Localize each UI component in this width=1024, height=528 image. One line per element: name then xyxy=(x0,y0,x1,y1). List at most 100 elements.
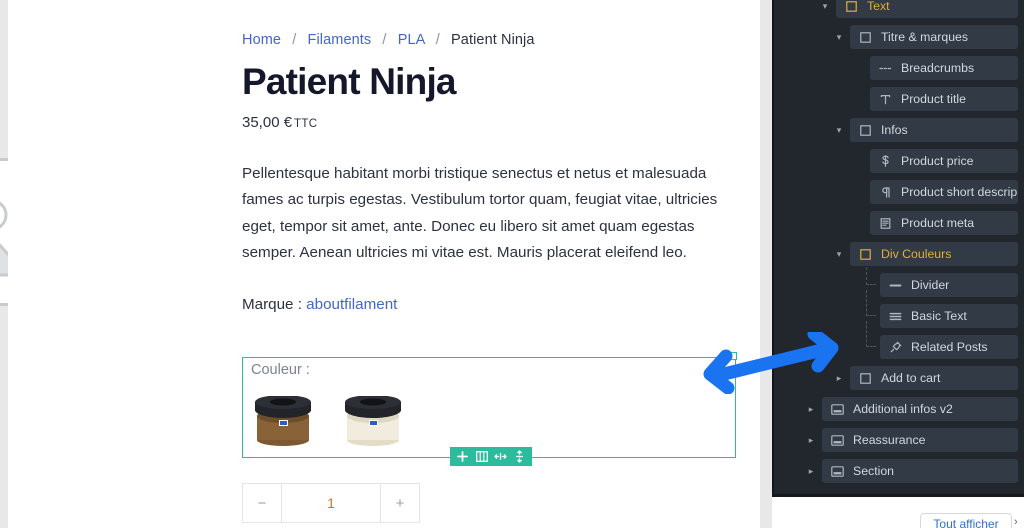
layer-row[interactable]: Divider xyxy=(774,267,1024,297)
breadcrumb-separator: / xyxy=(382,32,387,48)
layer-item-label: Reassurance xyxy=(853,433,926,447)
layer-item-label: Div Couleurs xyxy=(881,247,952,261)
layer-row[interactable]: Product title xyxy=(774,87,1024,111)
filament-spool-wood-icon[interactable] xyxy=(249,395,317,450)
layer-row[interactable]: ▸ Section xyxy=(774,459,1024,483)
layer-row[interactable]: ▾ Text xyxy=(774,0,1024,18)
layer-item-product-title[interactable]: Product title xyxy=(870,87,1018,111)
layer-item-add-to-cart[interactable]: Add to cart xyxy=(850,366,1018,390)
chevron-right-icon[interactable]: ▸ xyxy=(804,459,818,483)
layer-item-label: Breadcrumbs xyxy=(901,61,975,75)
breadcrumb-item-current: Patient Ninja xyxy=(451,32,535,48)
layer-item-breadcrumbs[interactable]: Breadcrumbs xyxy=(870,56,1018,80)
section-icon xyxy=(831,465,844,478)
layer-row[interactable]: ▾ Div Couleurs xyxy=(774,242,1024,266)
chevron-right-icon[interactable]: ▸ xyxy=(804,397,818,421)
breadcrumb-item-filaments[interactable]: Filaments xyxy=(308,32,372,48)
layer-item-label: Additional infos v2 xyxy=(853,402,953,416)
layer-item-related-posts[interactable]: Related Posts xyxy=(880,335,1018,359)
box-icon xyxy=(859,31,872,44)
layer-item-label: Divider xyxy=(911,278,950,292)
layer-item-section[interactable]: Section xyxy=(822,459,1018,483)
selected-element-div-couleurs[interactable]: Couleur : xyxy=(242,357,736,458)
layer-item-text[interactable]: Text xyxy=(836,0,1018,18)
text-t-icon xyxy=(879,93,892,106)
section-icon xyxy=(831,403,844,416)
chevron-right-icon[interactable]: ▸ xyxy=(832,366,846,390)
layer-item-product-short-descrip[interactable]: Product short descrip xyxy=(870,180,1018,204)
tree-guide-line xyxy=(866,321,876,347)
chevron-down-icon[interactable]: ▾ xyxy=(832,242,846,266)
layer-item-div-couleurs[interactable]: Div Couleurs xyxy=(850,242,1018,266)
chevron-down-icon[interactable]: ▾ xyxy=(832,25,846,49)
layer-row[interactable]: Product price xyxy=(774,149,1024,173)
section-icon xyxy=(831,434,844,447)
layer-row[interactable]: ▾ Titre & marques xyxy=(774,25,1024,49)
selection-resize-handle-right[interactable] xyxy=(729,352,737,360)
quantity-value[interactable]: 1 xyxy=(281,484,381,522)
element-toolbar[interactable] xyxy=(450,447,532,466)
box-icon xyxy=(859,248,872,261)
show-all-button[interactable]: Tout afficher xyxy=(920,513,1012,528)
page-title: Patient Ninja xyxy=(242,61,457,102)
layer-item-titre-marques[interactable]: Titre & marques xyxy=(850,25,1018,49)
layer-row[interactable]: ▾ Infos xyxy=(774,118,1024,142)
quantity-decrement-button[interactable]: − xyxy=(243,484,281,522)
box-icon xyxy=(859,124,872,137)
layer-item-label: Add to cart xyxy=(881,371,941,385)
layer-row[interactable]: ▸ Additional infos v2 xyxy=(774,397,1024,421)
layer-row[interactable]: Related Posts xyxy=(774,321,1024,359)
quantity-increment-button[interactable]: + xyxy=(381,484,419,522)
layer-tree[interactable]: ▾ Text ▾ Titre & marques Breadcrumbs Product … xyxy=(774,0,1024,490)
layer-item-product-meta[interactable]: Product meta xyxy=(870,211,1018,235)
layer-item-basic-text[interactable]: Basic Text xyxy=(880,304,1018,328)
layer-row[interactable]: Basic Text xyxy=(774,290,1024,328)
chevron-right-icon[interactable]: › xyxy=(1014,516,1018,528)
product-price-tax-note: TTC xyxy=(294,117,318,130)
layer-item-product-price[interactable]: Product price xyxy=(870,149,1018,173)
preview-canvas[interactable]: Home / Filaments / PLA / Patient Ninja P… xyxy=(8,0,760,528)
brand-link[interactable]: aboutfilament xyxy=(306,296,397,313)
layer-row[interactable]: ▸ Add to cart xyxy=(774,366,1024,390)
layer-item-divider[interactable]: Divider xyxy=(880,273,1018,297)
breadcrumb-item-home[interactable]: Home xyxy=(242,32,281,48)
chevron-right-icon[interactable]: ▸ xyxy=(804,428,818,452)
product-price-value: 35,00 € xyxy=(242,113,293,131)
layers-panel[interactable]: ▾ Text ▾ Titre & marques Breadcrumbs Product … xyxy=(772,0,1024,497)
brand-label: Marque : xyxy=(242,296,302,314)
plus-icon[interactable] xyxy=(454,448,471,465)
layer-item-label: Section xyxy=(853,464,895,478)
pin-icon xyxy=(889,341,902,354)
layer-item-reassurance[interactable]: Reassurance xyxy=(822,428,1018,452)
arrows-horizontal-icon[interactable] xyxy=(492,448,509,465)
layer-item-label: Product title xyxy=(901,92,966,106)
breadcrumb-item-pla[interactable]: PLA xyxy=(398,32,425,48)
box-icon xyxy=(845,0,858,13)
product-price: 35,00 € TTC xyxy=(242,114,760,131)
tree-guide-line xyxy=(866,267,876,285)
colour-option-label: Couleur : xyxy=(251,362,310,378)
pilcrow-icon xyxy=(879,186,892,199)
quantity-stepper[interactable]: − 1 + xyxy=(242,483,420,523)
chevron-down-icon[interactable]: ▾ xyxy=(818,0,832,18)
dollar-icon xyxy=(879,155,892,168)
arrows-vertical-icon[interactable] xyxy=(511,448,528,465)
dashes-icon xyxy=(879,62,892,75)
layer-row[interactable]: ▸ Reassurance xyxy=(774,428,1024,452)
product-meta-brand: Marque : aboutfilament xyxy=(242,296,760,313)
layer-row[interactable]: Product meta xyxy=(774,211,1024,235)
layer-item-label: Text xyxy=(867,0,890,13)
chevron-down-icon[interactable]: ▾ xyxy=(832,118,846,142)
layer-item-infos[interactable]: Infos xyxy=(850,118,1018,142)
columns-icon[interactable] xyxy=(473,448,490,465)
layer-item-label: Infos xyxy=(881,123,908,137)
canvas-right-gutter xyxy=(760,0,772,528)
layer-item-additional-infos-v2[interactable]: Additional infos v2 xyxy=(822,397,1018,421)
breadcrumb-separator: / xyxy=(435,32,440,48)
colour-swatch-list xyxy=(249,395,407,450)
layer-item-label: Product price xyxy=(901,154,974,168)
filament-spool-natural-icon[interactable] xyxy=(339,395,407,450)
layer-row[interactable]: Product short descrip xyxy=(774,180,1024,204)
layer-item-label: Basic Text xyxy=(911,309,967,323)
layer-row[interactable]: Breadcrumbs xyxy=(774,56,1024,80)
